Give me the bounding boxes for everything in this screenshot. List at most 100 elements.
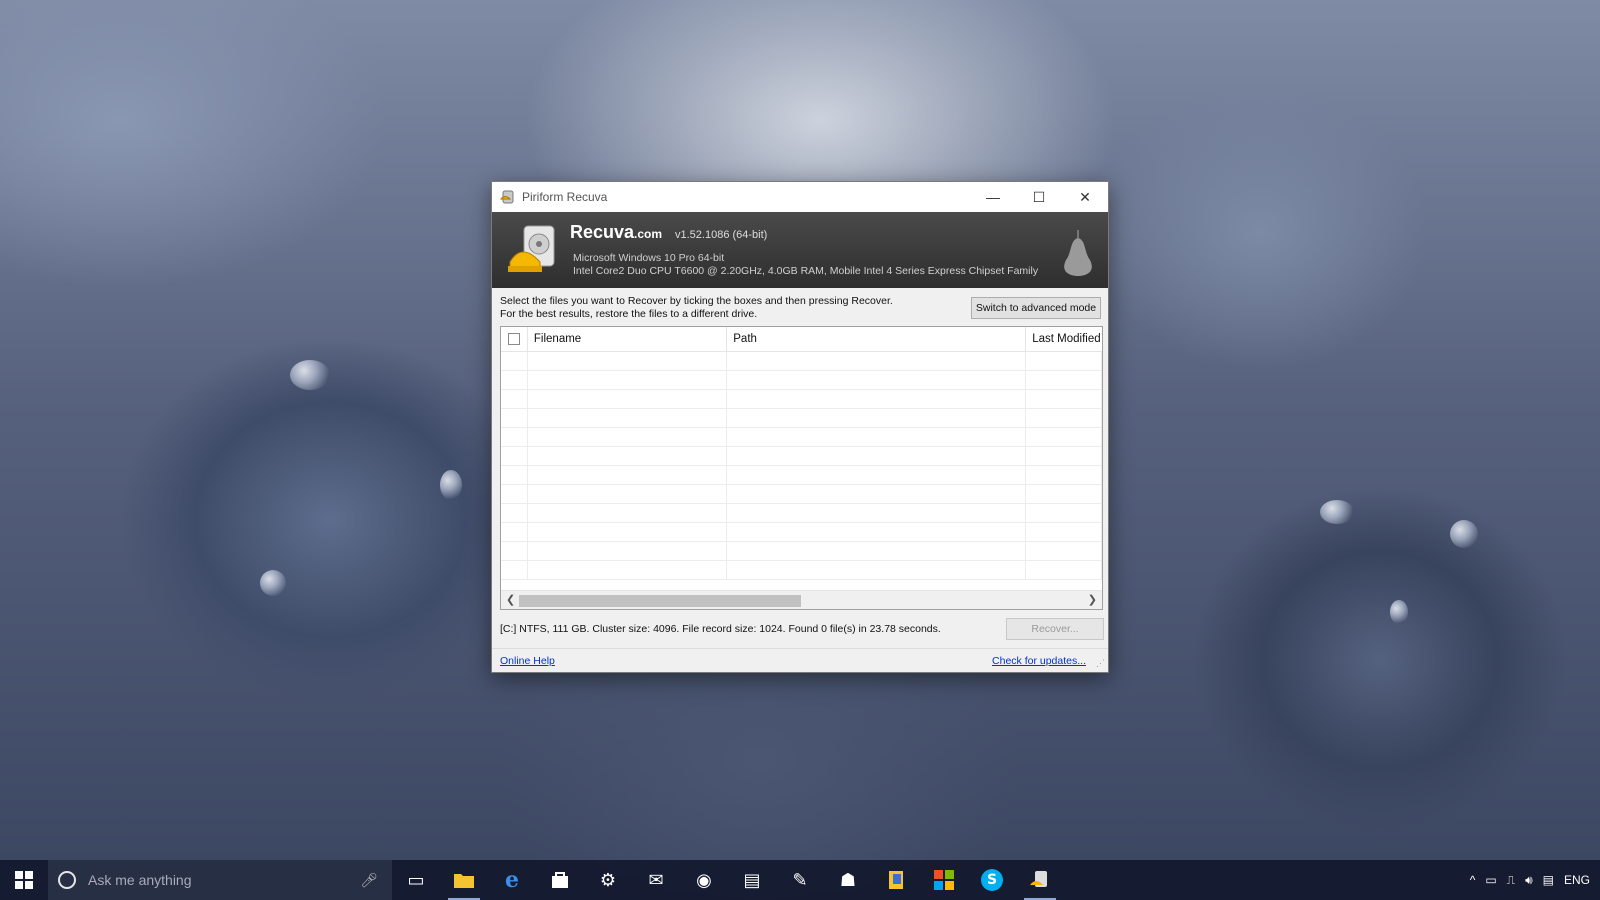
table-cell bbox=[501, 504, 528, 522]
table-row bbox=[501, 542, 1102, 561]
scroll-left-icon[interactable]: ❮ bbox=[506, 593, 515, 606]
table-cell bbox=[727, 466, 1027, 484]
column-last-modified[interactable]: Last Modified bbox=[1026, 327, 1102, 351]
network-icon[interactable]: ▭ bbox=[1485, 873, 1496, 887]
switch-advanced-mode-button[interactable]: Switch to advanced mode bbox=[971, 297, 1101, 319]
cortana-icon bbox=[58, 871, 76, 889]
language-indicator[interactable]: ENG bbox=[1564, 873, 1590, 887]
table-cell bbox=[501, 447, 528, 465]
table-cell bbox=[528, 371, 728, 389]
recover-button[interactable]: Recover... bbox=[1006, 618, 1104, 640]
mail-icon[interactable]: ✉ bbox=[632, 860, 680, 900]
task-view-icon[interactable]: ▭ bbox=[392, 860, 440, 900]
table-cell bbox=[727, 561, 1027, 579]
column-filename[interactable]: Filename bbox=[528, 327, 728, 351]
window-title: Piriform Recuva bbox=[522, 190, 608, 204]
sticky-notes-icon[interactable] bbox=[872, 860, 920, 900]
microphone-icon[interactable]: 🎤︎ bbox=[360, 872, 378, 889]
search-placeholder: Ask me anything bbox=[88, 872, 192, 888]
check-updates-link[interactable]: Check for updates... bbox=[992, 655, 1086, 667]
table-row bbox=[501, 523, 1102, 542]
version-label: v1.52.1086 (64-bit) bbox=[675, 229, 768, 241]
action-center-icon[interactable]: ▤ bbox=[1543, 873, 1554, 887]
table-cell bbox=[501, 428, 528, 446]
table-cell bbox=[1026, 390, 1102, 408]
windows-store-icon[interactable] bbox=[920, 860, 968, 900]
table-row bbox=[501, 390, 1102, 409]
maximize-button[interactable]: ☐ bbox=[1016, 182, 1062, 212]
recuva-taskbar-icon[interactable] bbox=[1016, 860, 1064, 900]
table-cell bbox=[528, 447, 728, 465]
table-row bbox=[501, 447, 1102, 466]
paint-icon[interactable]: ✎ bbox=[776, 860, 824, 900]
table-cell bbox=[528, 409, 728, 427]
close-button[interactable]: ✕ bbox=[1062, 182, 1108, 212]
table-cell bbox=[1026, 428, 1102, 446]
instructions: Select the files you want to Recover by … bbox=[500, 295, 893, 321]
instruction-line: Select the files you want to Recover by … bbox=[500, 295, 893, 307]
table-cell bbox=[528, 523, 728, 541]
table-cell bbox=[727, 447, 1027, 465]
file-explorer-icon[interactable] bbox=[440, 860, 488, 900]
select-all-cell bbox=[501, 327, 528, 351]
movies-icon[interactable]: ▤ bbox=[728, 860, 776, 900]
table-row bbox=[501, 371, 1102, 390]
table-cell bbox=[727, 523, 1027, 541]
table-cell bbox=[727, 542, 1027, 560]
store-icon[interactable] bbox=[536, 860, 584, 900]
skype-icon[interactable]: S bbox=[968, 860, 1016, 900]
brand-name: Recuva.com bbox=[570, 222, 663, 242]
recuva-logo-icon bbox=[508, 225, 555, 272]
table-row bbox=[501, 466, 1102, 485]
resize-grip-icon[interactable]: ⋰ bbox=[1096, 658, 1105, 669]
table-cell bbox=[501, 371, 528, 389]
horizontal-scrollbar[interactable]: ❮ ❯ bbox=[501, 590, 1102, 609]
online-help-link[interactable]: Online Help bbox=[500, 655, 555, 667]
table-cell bbox=[727, 409, 1027, 427]
table-cell bbox=[727, 352, 1027, 370]
system-tray: ^ ▭ ⎍ 🔊︎ ▤ ENG bbox=[1470, 873, 1600, 888]
ethernet-icon[interactable]: ⎍ bbox=[1507, 873, 1515, 888]
table-cell bbox=[1026, 523, 1102, 541]
table-cell bbox=[1026, 504, 1102, 522]
background-drop bbox=[290, 360, 330, 390]
table-cell bbox=[1026, 447, 1102, 465]
table-cell bbox=[501, 561, 528, 579]
app-header: Recuva.com v1.52.1086 (64-bit) Microsoft… bbox=[492, 212, 1108, 288]
recuva-window: Piriform Recuva — ☐ ✕ Recuva.com v1.52.1… bbox=[491, 181, 1109, 673]
table-cell bbox=[727, 428, 1027, 446]
table-row bbox=[501, 428, 1102, 447]
edge-icon[interactable]: e bbox=[488, 860, 536, 900]
title-bar[interactable]: Piriform Recuva — ☐ ✕ bbox=[492, 182, 1108, 212]
os-info: Microsoft Windows 10 Pro 64-bit bbox=[573, 252, 725, 264]
table-cell bbox=[727, 390, 1027, 408]
settings-icon[interactable]: ⚙ bbox=[584, 860, 632, 900]
scroll-right-icon[interactable]: ❯ bbox=[1088, 593, 1097, 606]
windows-logo-icon bbox=[15, 871, 33, 889]
minimize-button[interactable]: — bbox=[970, 182, 1016, 212]
select-all-checkbox[interactable] bbox=[507, 333, 520, 345]
table-cell bbox=[1026, 352, 1102, 370]
volume-icon[interactable]: 🔊︎ bbox=[1525, 873, 1533, 888]
table-row bbox=[501, 409, 1102, 428]
start-button[interactable] bbox=[0, 860, 48, 900]
show-hidden-icons-icon[interactable]: ^ bbox=[1470, 873, 1476, 887]
close-icon: ✕ bbox=[1079, 188, 1091, 205]
people-icon[interactable]: ☗ bbox=[824, 860, 872, 900]
column-path[interactable]: Path bbox=[727, 327, 1027, 351]
table-cell bbox=[501, 485, 528, 503]
table-cell bbox=[1026, 561, 1102, 579]
background-drop bbox=[1320, 500, 1354, 524]
table-cell bbox=[528, 390, 728, 408]
taskbar: Ask me anything 🎤︎ ▭ e ⚙ ✉ ◉ ▤ ✎ ☗ S ^ ▭… bbox=[0, 860, 1600, 900]
table-cell bbox=[528, 504, 728, 522]
cortana-search-box[interactable]: Ask me anything 🎤︎ bbox=[48, 860, 392, 900]
results-table: Filename Path Last Modified ❮ ❯ bbox=[500, 326, 1103, 610]
camera-icon[interactable]: ◉ bbox=[680, 860, 728, 900]
recuva-app-icon bbox=[500, 190, 514, 204]
table-row bbox=[501, 485, 1102, 504]
scroll-thumb[interactable] bbox=[519, 595, 801, 607]
table-cell bbox=[501, 542, 528, 560]
table-header: Filename Path Last Modified bbox=[501, 327, 1102, 352]
table-cell bbox=[528, 428, 728, 446]
